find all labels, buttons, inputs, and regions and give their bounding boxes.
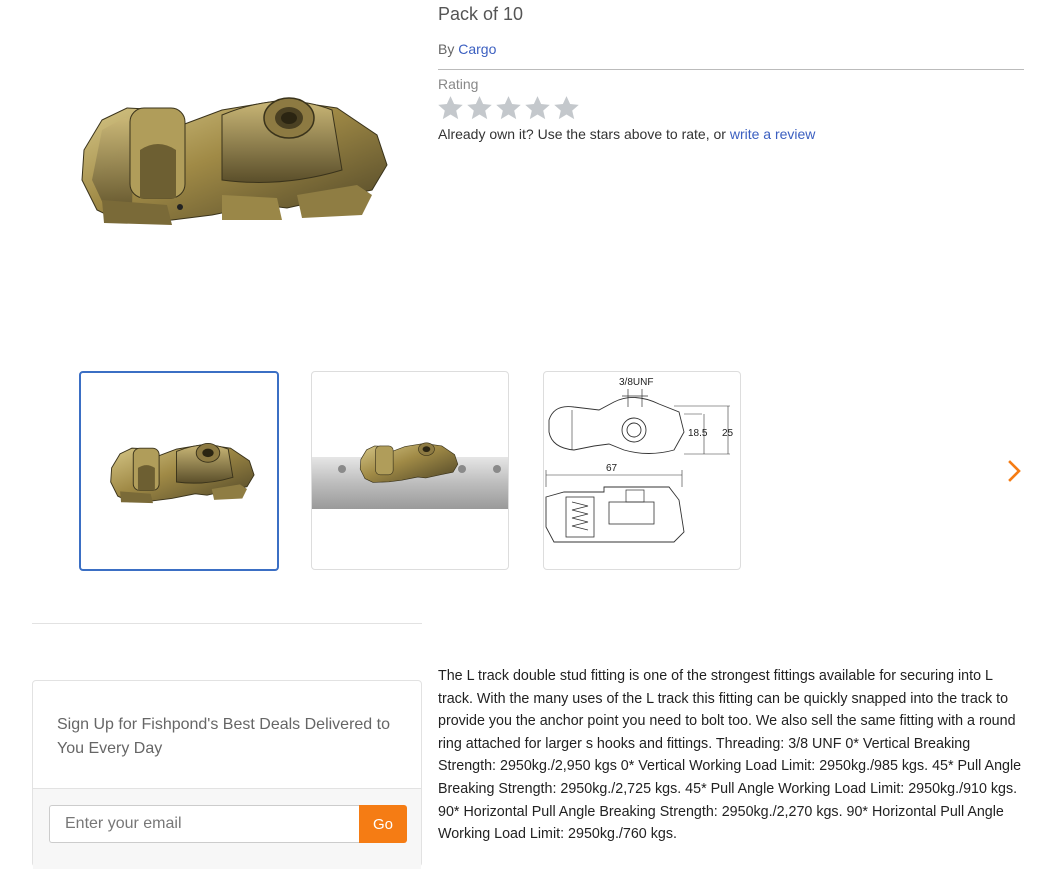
section-divider <box>32 623 422 624</box>
star-icon[interactable] <box>436 94 465 122</box>
thumbnail-3-diagram: 3/8UNF 18.5 25 67 <box>545 377 734 543</box>
product-byline: By Cargo <box>438 41 496 57</box>
write-review-link[interactable]: write a review <box>730 126 816 142</box>
rating-label: Rating <box>438 76 479 92</box>
rating-stars[interactable] <box>436 94 581 122</box>
diagram-inner-height-label: 18.5 <box>688 428 708 439</box>
star-icon[interactable] <box>465 94 494 122</box>
diagram-thread-label: 3/8UNF <box>619 377 653 388</box>
product-description: The L track double stud fitting is one o… <box>438 668 1022 843</box>
rate-prompt: Already own it? Use the stars above to r… <box>438 126 815 142</box>
thumbnail-3[interactable]: 3/8UNF 18.5 25 67 <box>543 371 741 570</box>
go-button[interactable]: Go <box>359 805 407 843</box>
diagram-length-label: 67 <box>606 463 618 474</box>
rate-prompt-text: Already own it? Use the stars above to r… <box>438 126 726 142</box>
thumbnail-2-image <box>312 442 508 509</box>
main-product-image <box>72 80 402 250</box>
newsletter-signup: Sign Up for Fishpond's Best Deals Delive… <box>32 680 422 869</box>
brand-link[interactable]: Cargo <box>458 41 496 57</box>
thumbnail-1-image <box>110 442 255 504</box>
star-icon[interactable] <box>552 94 581 122</box>
email-input[interactable] <box>49 805 361 843</box>
by-prefix: By <box>438 41 455 57</box>
signup-heading: Sign Up for Fishpond's Best Deals Delive… <box>57 716 390 757</box>
star-icon[interactable] <box>523 94 552 122</box>
thumbnail-2[interactable] <box>311 371 509 570</box>
title-divider <box>438 69 1024 70</box>
star-icon[interactable] <box>494 94 523 122</box>
thumbnail-1[interactable] <box>79 371 279 571</box>
product-title: Pack of 10 <box>438 4 524 24</box>
chevron-right-icon[interactable] <box>1004 458 1026 484</box>
diagram-outer-height-label: 25 <box>722 428 734 439</box>
